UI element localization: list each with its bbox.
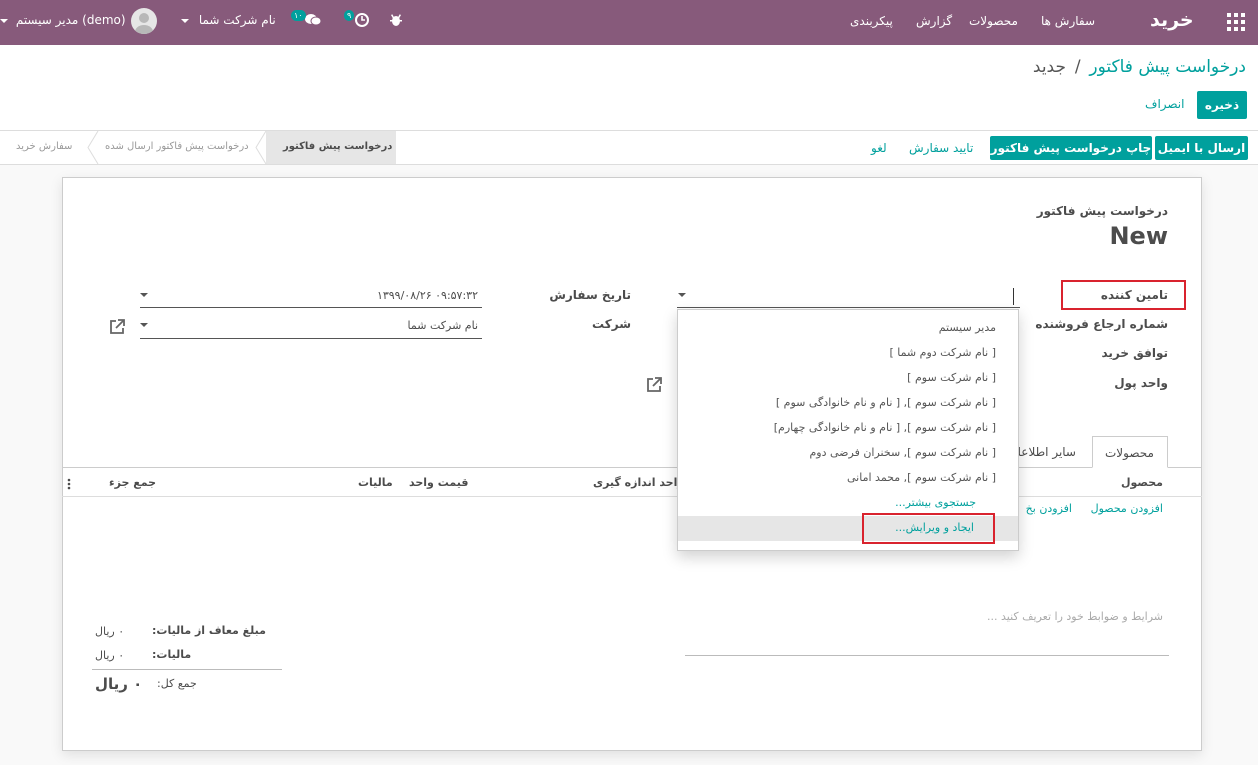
col-uom[interactable]: واحد اندازه گیری — [593, 476, 684, 489]
dropdown-item[interactable]: [ نام شرکت سوم ] — [907, 371, 996, 384]
tabs-underline — [62, 467, 1202, 468]
vendor-input[interactable] — [677, 286, 1020, 308]
tax-label: مالیات: — [152, 648, 192, 661]
status-step-purchase-order: سفارش خرید — [16, 141, 73, 152]
tax-value: ۰ ریال — [95, 649, 125, 662]
dropdown-item[interactable]: مدیر سیستم — [939, 321, 996, 334]
send-email-button[interactable]: ارسال با ایمیل — [1155, 136, 1248, 160]
untaxed-value: ۰ ریال — [95, 625, 125, 638]
vendor-input-underline — [677, 307, 1020, 308]
breadcrumb: درخواست پیش فاکتور / جدید — [1033, 57, 1246, 77]
terms-notes-placeholder[interactable]: شرایط و ضوابط خود را تعریف کنید ... — [987, 610, 1163, 623]
dropdown-item[interactable]: [ نام شرکت سوم ], [ نام و نام خانوادگی س… — [776, 396, 996, 409]
form-record-name: New — [1109, 222, 1168, 250]
status-chevron — [255, 130, 267, 165]
menu-orders[interactable]: سفارش ها — [1041, 14, 1095, 28]
app-title: خرید — [1150, 9, 1194, 31]
bug-icon[interactable] — [389, 13, 403, 27]
user-menu[interactable]: مدیر سیستم (demo) — [0, 13, 126, 27]
currency-label: واحد پول — [1114, 376, 1168, 390]
external-link-icon[interactable] — [645, 376, 663, 394]
chevron-down-icon[interactable] — [140, 293, 148, 297]
add-section-link[interactable]: افزودن بخ — [1026, 502, 1072, 515]
status-step-rfq-sent: درخواست پیش فاکتور ارسال شده — [105, 141, 249, 152]
discard-button[interactable]: انصراف — [1145, 97, 1184, 111]
user-avatar[interactable] — [131, 8, 157, 34]
breadcrumb-separator: / — [1074, 57, 1081, 77]
form-statusbar: ارسال با ایمیل چاپ درخواست پیش فاکتور تا… — [0, 130, 1258, 165]
vendor-ref-label: شماره ارجاع فروشنده — [1035, 317, 1168, 331]
dropdown-item[interactable]: [ نام شرکت سوم ], محمد امانی — [847, 471, 996, 484]
add-product-link[interactable]: افزودن محصول — [1091, 502, 1163, 515]
untaxed-label: مبلغ معاف از مالیات: — [152, 624, 266, 637]
company-value: نام شرکت شما — [407, 319, 478, 332]
form-sheet — [62, 177, 1202, 751]
col-taxes[interactable]: مالیات — [358, 476, 393, 489]
company-switcher[interactable]: نام شرکت شما — [181, 13, 276, 27]
column-options-icon[interactable] — [67, 478, 71, 490]
save-button[interactable]: ذخیره — [1197, 91, 1247, 119]
create-edit-highlight-box — [862, 513, 995, 544]
menu-products[interactable]: محصولات — [969, 14, 1018, 28]
order-date-underline — [140, 307, 482, 308]
activity-icon[interactable] — [354, 12, 370, 28]
print-rfq-button[interactable]: چاپ درخواست پیش فاکتور — [990, 136, 1152, 160]
apps-menu-icon[interactable] — [1227, 13, 1245, 31]
status-step-rfq: درخواست پیش فاکتور — [283, 141, 393, 152]
dropdown-item[interactable]: [ نام شرکت سوم ], سخنران فرضی دوم — [809, 446, 996, 459]
table-header-bottom — [62, 496, 1202, 497]
totals-divider — [92, 669, 282, 670]
chevron-down-icon — [0, 18, 8, 23]
messages-icon[interactable] — [304, 12, 322, 28]
order-date-input[interactable]: ۱۳۹۹/۰۸/۲۶ ۰۹:۵۷:۳۲ — [140, 286, 482, 308]
cancel-button[interactable]: لغو — [871, 141, 887, 155]
chevron-down-icon[interactable] — [678, 293, 686, 297]
total-label: جمع کل: — [157, 677, 197, 690]
dropdown-item[interactable]: [ نام شرکت سوم ], [ نام و نام خانوادگی چ… — [774, 421, 996, 434]
terms-notes-underline — [685, 655, 1169, 656]
chevron-down-icon — [181, 18, 189, 23]
external-link-icon[interactable] — [108, 318, 126, 336]
agreement-label: توافق خرید — [1101, 346, 1168, 360]
confirm-order-button[interactable]: تایید سفارش — [909, 141, 973, 155]
menu-reporting[interactable]: گزارش — [916, 14, 952, 28]
breadcrumb-parent[interactable]: درخواست پیش فاکتور — [1089, 57, 1246, 77]
dropdown-item[interactable]: [ نام شرکت دوم شما ] — [889, 346, 996, 359]
order-date-value: ۱۳۹۹/۰۸/۲۶ ۰۹:۵۷:۳۲ — [376, 289, 478, 302]
form-subtitle: درخواست پیش فاکتور — [1036, 204, 1168, 218]
breadcrumb-current: جدید — [1032, 57, 1066, 77]
company-name: نام شرکت شما — [198, 13, 276, 27]
messages-badge: ۱۰ — [291, 10, 306, 21]
company-underline — [140, 338, 482, 339]
vendor-highlight-box — [1061, 280, 1186, 310]
company-label: شرکت — [592, 317, 631, 331]
col-unit-price[interactable]: قیمت واحد — [409, 476, 468, 489]
dropdown-search-more[interactable]: جستجوی بیشتر... — [895, 496, 976, 509]
top-navbar: خرید سفارش ها محصولات گزارش پیکربندی ۹ ۱… — [0, 0, 1258, 45]
col-product[interactable]: محصول — [1121, 476, 1163, 489]
text-cursor — [1013, 288, 1014, 305]
tab-products[interactable]: محصولات — [1092, 436, 1168, 468]
activity-badge: ۹ — [344, 10, 355, 21]
chevron-down-icon[interactable] — [140, 323, 148, 327]
company-input[interactable]: نام شرکت شما — [140, 316, 482, 339]
menu-configuration[interactable]: پیکربندی — [850, 14, 893, 28]
total-value: ۰ ریال — [95, 675, 143, 693]
order-date-label: تاریخ سفارش — [549, 288, 631, 302]
status-chevron — [87, 130, 99, 165]
col-subtotal[interactable]: جمع جزء — [109, 476, 156, 489]
user-name: مدیر سیستم (demo) — [15, 13, 126, 27]
tab-products-label: محصولات — [1105, 446, 1154, 460]
